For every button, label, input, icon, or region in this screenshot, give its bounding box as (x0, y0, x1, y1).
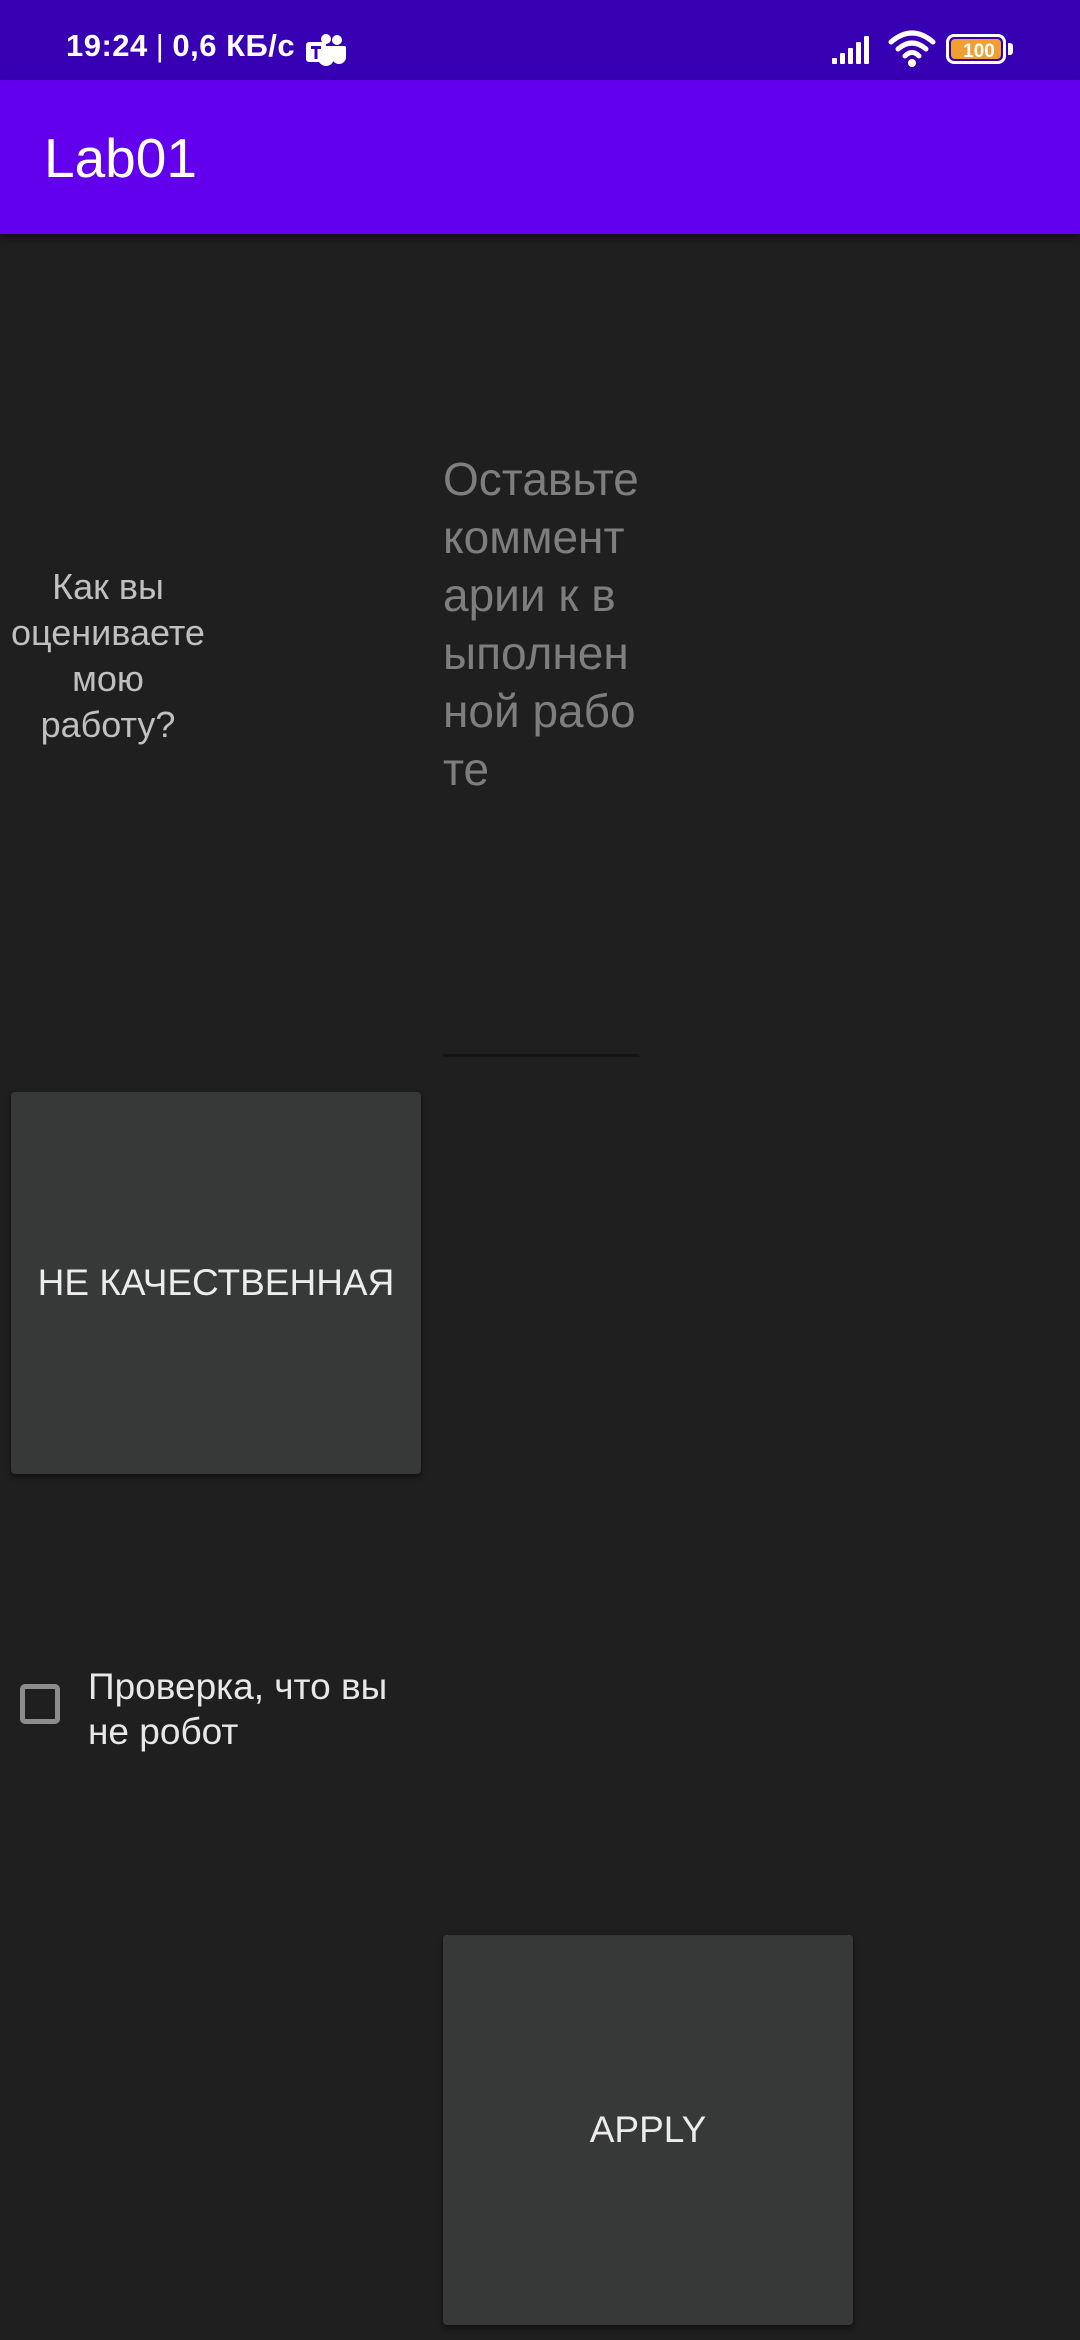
status-time-block: 19:24 | 0,6 КБ/с (66, 28, 295, 64)
not-quality-button[interactable]: не качественная (11, 1092, 421, 1474)
app-bar: Lab01 (0, 80, 1080, 234)
battery-body: 100 (946, 34, 1006, 64)
teams-icon (306, 34, 346, 66)
battery-cap (1008, 43, 1013, 55)
battery-level: 100 (963, 41, 995, 62)
wifi-icon (888, 30, 936, 67)
comment-input[interactable]: Оставьте комментарии к выполненной работ… (443, 450, 639, 1057)
apply-button[interactable]: Apply (443, 1935, 853, 2325)
battery-icon: 100 (946, 34, 1016, 66)
status-time: 19:24 (66, 28, 148, 63)
robot-check-checkbox[interactable]: Проверка, что вы не робот (18, 1664, 438, 1764)
comment-placeholder: Оставьте комментарии к выполненной работ… (443, 453, 639, 795)
app-title: Lab01 (44, 127, 197, 189)
network-speed: 0,6 КБ/с (172, 28, 296, 63)
status-bar: 19:24 | 0,6 КБ/с 100 (0, 0, 1080, 80)
checkbox-label: Проверка, что вы не робот (88, 1666, 388, 1752)
rating-question: Как вы оцениваете мою работу? (11, 566, 205, 745)
checkbox-box[interactable] (20, 1684, 60, 1724)
status-separator: | (155, 28, 165, 63)
signal-icon (832, 36, 869, 64)
